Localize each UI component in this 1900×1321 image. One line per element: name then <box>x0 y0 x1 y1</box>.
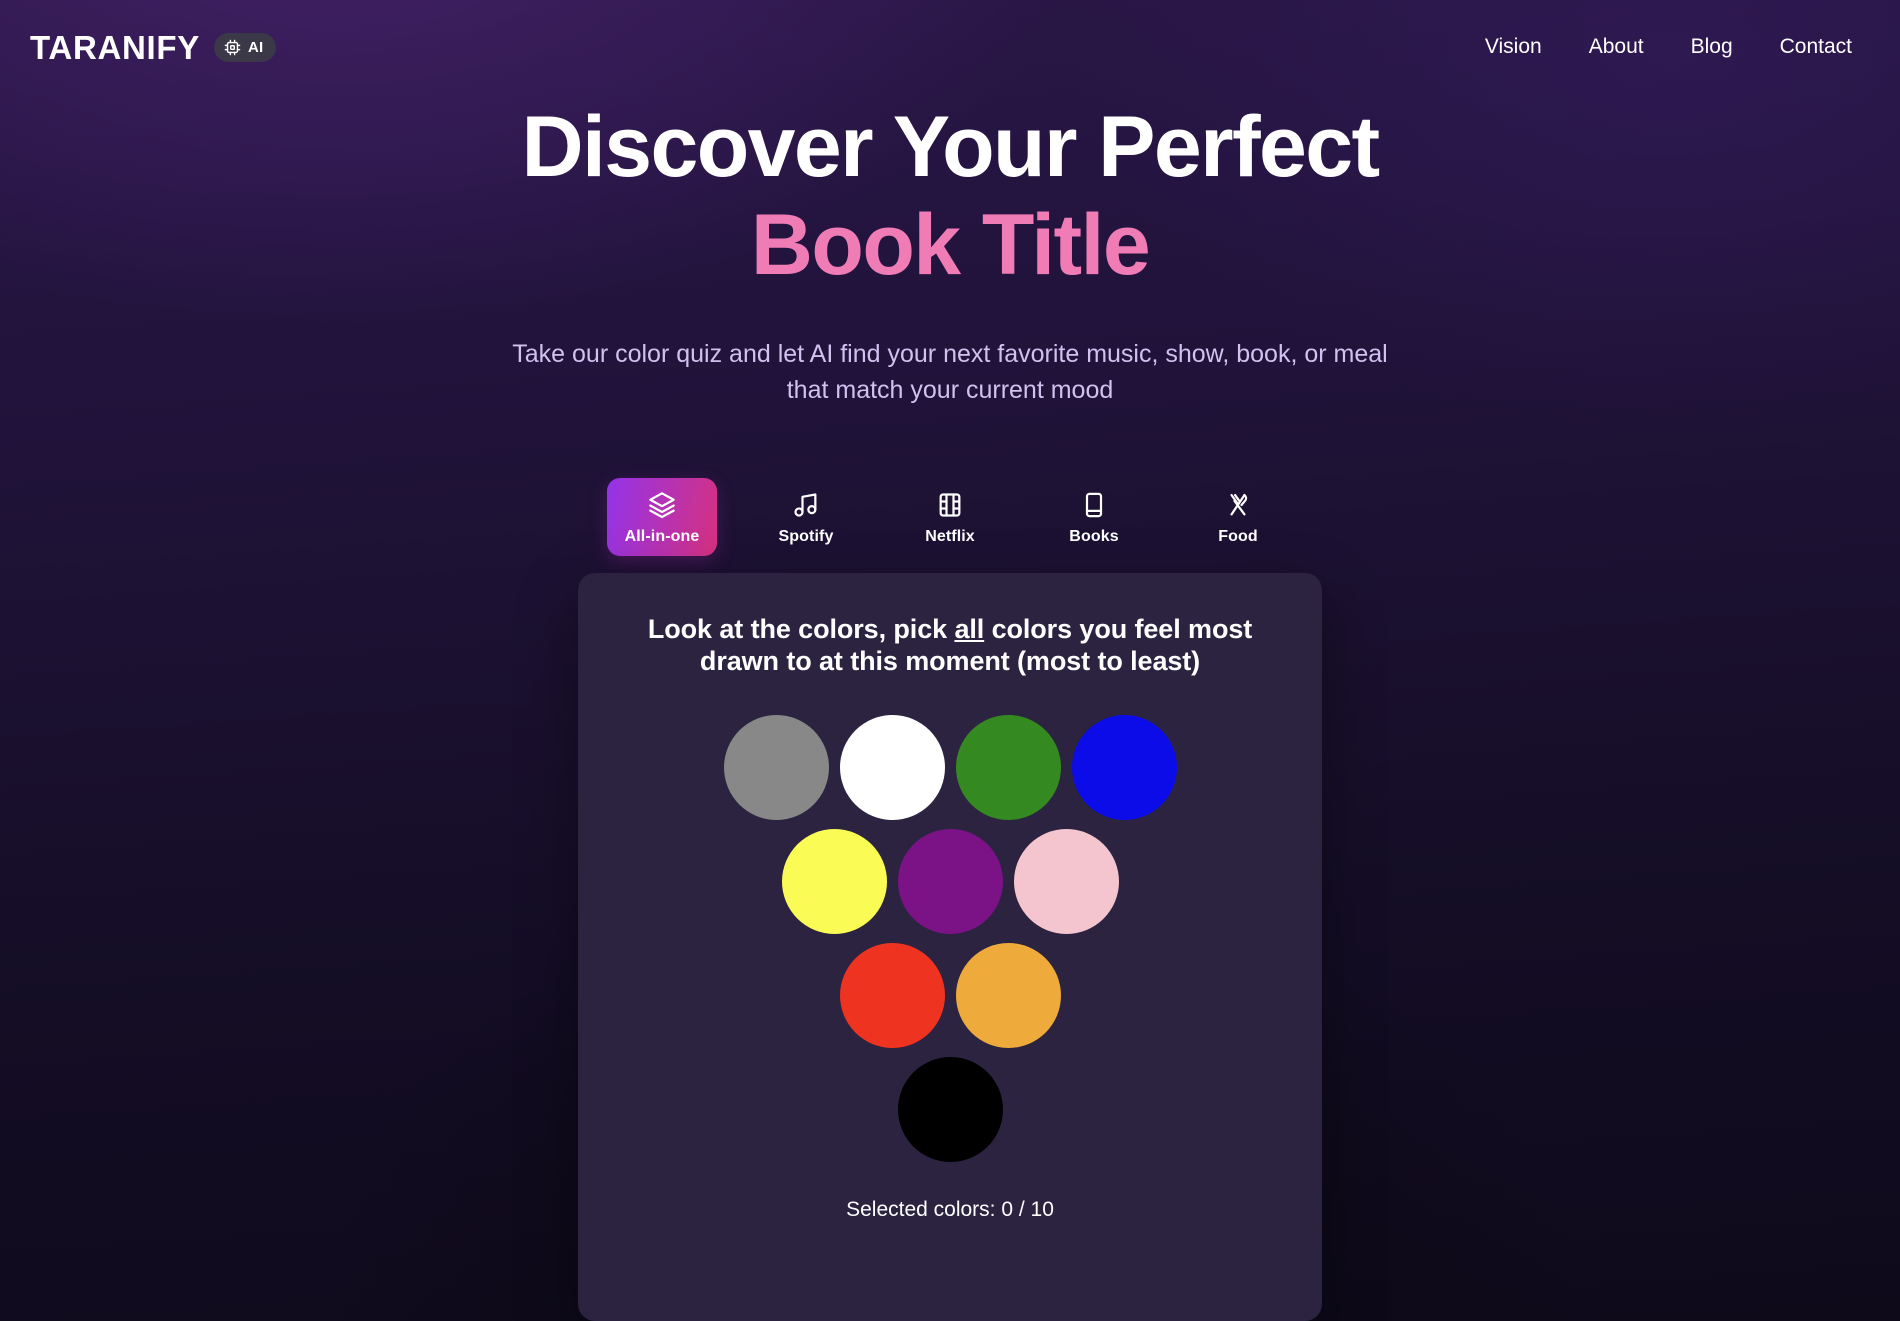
tab-label-books: Books <box>1069 528 1119 545</box>
swatch-white[interactable] <box>839 715 945 821</box>
hero-title-line-2: Book Title <box>750 197 1151 293</box>
swatch-pink[interactable] <box>1013 829 1119 935</box>
page-title: Discover Your Perfect Book Title <box>0 104 1900 288</box>
selected-colors-counter: Selected colors: 0 / 10 <box>846 1198 1054 1222</box>
swatch-yellow[interactable] <box>781 829 887 935</box>
category-tabs: All-in-one Spotify Netflix Books Food <box>0 478 1900 556</box>
hero-title-line-1: Discover Your Perfect <box>521 99 1380 195</box>
book-icon <box>1080 490 1108 520</box>
swatch-red[interactable] <box>839 943 945 1049</box>
quiz-prompt-before: Look at the colors, pick <box>647 614 955 644</box>
swatch-black[interactable] <box>897 1057 1003 1163</box>
color-swatch-grid <box>622 715 1278 1163</box>
tab-label-food: Food <box>1218 528 1258 545</box>
tab-books[interactable]: Books <box>1039 478 1149 556</box>
tab-food[interactable]: Food <box>1183 478 1293 556</box>
tab-all-in-one[interactable]: All-in-one <box>607 478 717 556</box>
color-quiz-card: Look at the colors, pick all colors you … <box>578 573 1322 1321</box>
tab-spotify[interactable]: Spotify <box>751 478 861 556</box>
hero-subtitle: Take our color quiz and let AI find your… <box>512 340 1388 404</box>
film-strip-icon <box>936 490 964 520</box>
nav-link-about[interactable]: About <box>1589 35 1644 59</box>
quiz-prompt: Look at the colors, pick all colors you … <box>622 613 1278 677</box>
site-header: TARANIFY AI Vision About Blog Contact <box>0 0 1900 94</box>
brand-name: TARANIFY <box>30 28 200 66</box>
swatch-green[interactable] <box>955 715 1061 821</box>
tab-label-spotify: Spotify <box>778 528 834 545</box>
tab-label-all-in-one: All-in-one <box>624 528 700 545</box>
quiz-prompt-emphasis: all <box>954 614 985 644</box>
main-navigation: Vision About Blog Contact <box>1485 35 1868 59</box>
ai-badge: AI <box>213 32 277 62</box>
fork-knife-icon <box>1224 490 1252 520</box>
cpu-chip-icon <box>224 39 241 56</box>
swatch-gray[interactable] <box>723 715 829 821</box>
music-note-icon <box>792 490 820 520</box>
nav-link-vision[interactable]: Vision <box>1485 35 1542 59</box>
swatch-blue[interactable] <box>1071 715 1177 821</box>
swatch-row-1 <box>723 715 1177 821</box>
swatch-purple[interactable] <box>897 829 1003 935</box>
brand-logo[interactable]: TARANIFY AI <box>30 28 277 66</box>
swatch-orange[interactable] <box>955 943 1061 1049</box>
nav-link-blog[interactable]: Blog <box>1691 35 1733 59</box>
swatch-row-4 <box>897 1057 1003 1163</box>
layers-icon <box>648 490 676 520</box>
tab-netflix[interactable]: Netflix <box>895 478 1005 556</box>
hero-section: Discover Your Perfect Book Title Take ou… <box>0 104 1900 408</box>
swatch-row-3 <box>839 943 1061 1049</box>
landing-page: TARANIFY AI Vision About Blog Contact Di… <box>0 0 1900 1321</box>
nav-link-contact[interactable]: Contact <box>1780 35 1852 59</box>
swatch-row-2 <box>781 829 1119 935</box>
ai-badge-label: AI <box>247 38 264 56</box>
tab-label-netflix: Netflix <box>925 528 975 545</box>
